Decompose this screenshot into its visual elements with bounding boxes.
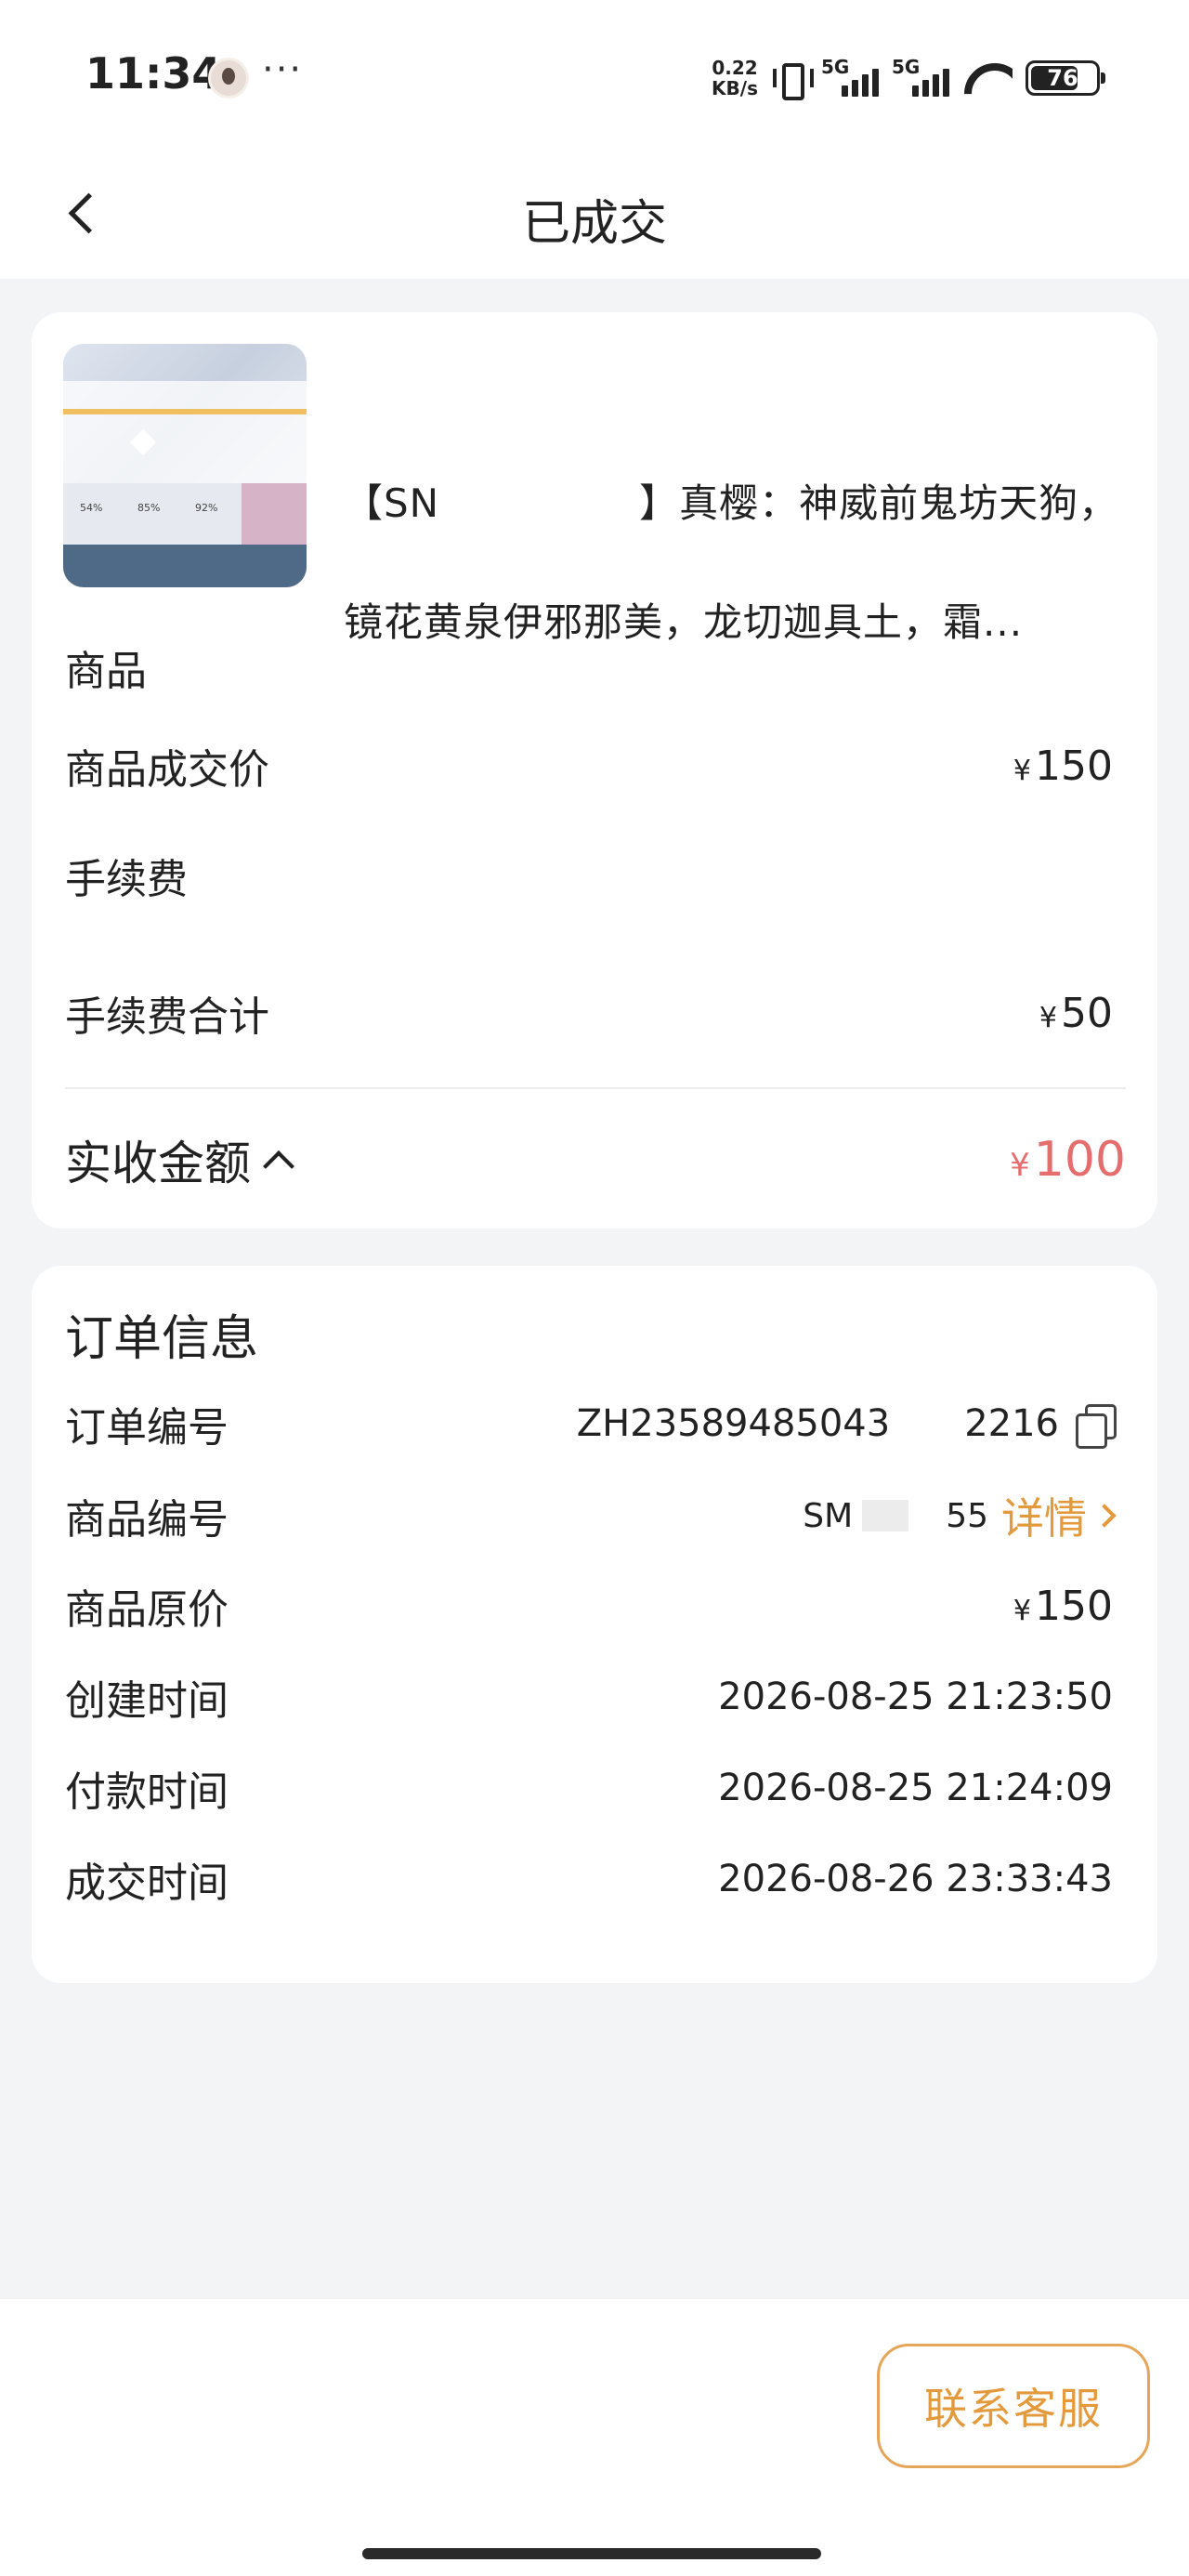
order-info-card: 订单信息 订单编号 ZH23589485043 2216 商品编号 SM 55 … bbox=[32, 1266, 1157, 1983]
order-number-value: ZH23589485043 2216 bbox=[577, 1402, 1117, 1449]
deal-time-row: 成交时间 2026-08-26 23:33:43 bbox=[65, 1849, 1113, 1909]
paid-time-row: 付款时间 2026-08-25 21:24:09 bbox=[65, 1758, 1113, 1818]
deal-price-label: 商品成交价 bbox=[65, 746, 269, 794]
home-indicator[interactable] bbox=[362, 2548, 821, 2559]
deal-price-row: 商品成交价 ¥150 bbox=[65, 736, 1113, 795]
contact-support-button[interactable]: 联系客服 bbox=[877, 2344, 1150, 2468]
network-speed-unit: KB/s bbox=[712, 77, 758, 99]
divider bbox=[65, 1087, 1126, 1089]
network-speed: 0.22 KB/s bbox=[712, 58, 758, 99]
more-notifications-icon: ··· bbox=[262, 48, 304, 91]
signal-sim1-icon: 5G bbox=[821, 56, 879, 99]
fee-section-row: 手续费 bbox=[65, 846, 1113, 905]
thumb-stat-1: 54% bbox=[80, 502, 103, 514]
order-info-title: 订单信息 bbox=[65, 1311, 259, 1367]
created-time-label: 创建时间 bbox=[65, 1677, 229, 1725]
deal-price-value: ¥150 bbox=[1013, 742, 1113, 790]
thumb-stat-2: 85% bbox=[137, 502, 161, 514]
wifi-icon bbox=[962, 59, 1013, 97]
goods-section-label: 商品 bbox=[65, 648, 147, 695]
chevron-up-icon bbox=[263, 1150, 294, 1182]
bottom-action-bar: 联系客服 bbox=[0, 2299, 1189, 2576]
goods-number-label: 商品编号 bbox=[65, 1496, 229, 1544]
goods-number-row: 商品编号 SM 55 详情 bbox=[65, 1485, 1117, 1546]
paid-time-value: 2026-08-25 21:24:09 bbox=[718, 1767, 1113, 1809]
fee-total-row: 手续费合计 ¥50 bbox=[65, 983, 1113, 1043]
original-price-value: ¥150 bbox=[1013, 1582, 1113, 1630]
deal-time-label: 成交时间 bbox=[65, 1860, 229, 1907]
net-amount-row[interactable]: 实收金额 ¥100 bbox=[65, 1126, 1126, 1193]
battery-icon: 76 bbox=[1026, 60, 1105, 96]
deal-time-value: 2026-08-26 23:33:43 bbox=[718, 1858, 1113, 1900]
fee-total-value: ¥50 bbox=[1039, 989, 1113, 1037]
chevron-right-icon bbox=[1092, 1504, 1117, 1528]
avatar-icon bbox=[208, 58, 249, 99]
paid-time-label: 付款时间 bbox=[65, 1768, 229, 1816]
goods-section-row: 商品 bbox=[65, 637, 1113, 697]
goods-number-value: SM 55 详情 bbox=[803, 1485, 1117, 1546]
order-number-row: 订单编号 ZH23589485043 2216 bbox=[65, 1394, 1117, 1453]
created-time-value: 2026-08-25 21:23:50 bbox=[718, 1676, 1113, 1718]
network-speed-value: 0.22 bbox=[712, 57, 758, 79]
signal-sim2-icon: 5G bbox=[892, 56, 949, 99]
net-amount-toggle[interactable]: 实收金额 bbox=[65, 1126, 294, 1193]
net-amount-label: 实收金额 bbox=[65, 1137, 251, 1190]
battery-level: 76 bbox=[1047, 65, 1078, 91]
net-amount-value: ¥100 bbox=[1010, 1132, 1126, 1188]
fee-total-label: 手续费合计 bbox=[65, 993, 269, 1041]
copy-icon[interactable] bbox=[1076, 1404, 1117, 1449]
original-price-label: 商品原价 bbox=[65, 1586, 229, 1634]
page-header: 已成交 bbox=[0, 149, 1189, 279]
page-title: 已成交 bbox=[521, 196, 667, 252]
created-time-row: 创建时间 2026-08-25 21:23:50 bbox=[65, 1667, 1113, 1727]
status-time: 11:34 bbox=[85, 48, 222, 99]
fee-section-label: 手续费 bbox=[65, 856, 188, 903]
original-price-row: 商品原价 ¥150 bbox=[65, 1576, 1113, 1636]
order-number-label: 订单编号 bbox=[65, 1404, 229, 1452]
goods-card: 54% 85% 92% 【SN 】真樱：神威前鬼坊天狗， 镜花黄泉伊邪那美，龙切… bbox=[32, 312, 1157, 1229]
goods-title-line-1: 【SN 】真樱：神威前鬼坊天狗， bbox=[344, 480, 1119, 526]
vibrate-icon bbox=[771, 59, 814, 100]
thumb-stat-3: 92% bbox=[195, 502, 218, 514]
goods-thumbnail[interactable]: 54% 85% 92% bbox=[63, 344, 307, 587]
status-icons: 0.22 KB/s 5G 5G 76 bbox=[712, 54, 1105, 102]
status-bar: 11:34 ··· 0.22 KB/s 5G 5G 76 bbox=[0, 0, 1189, 149]
detail-link[interactable]: 详情 bbox=[1001, 1485, 1117, 1546]
